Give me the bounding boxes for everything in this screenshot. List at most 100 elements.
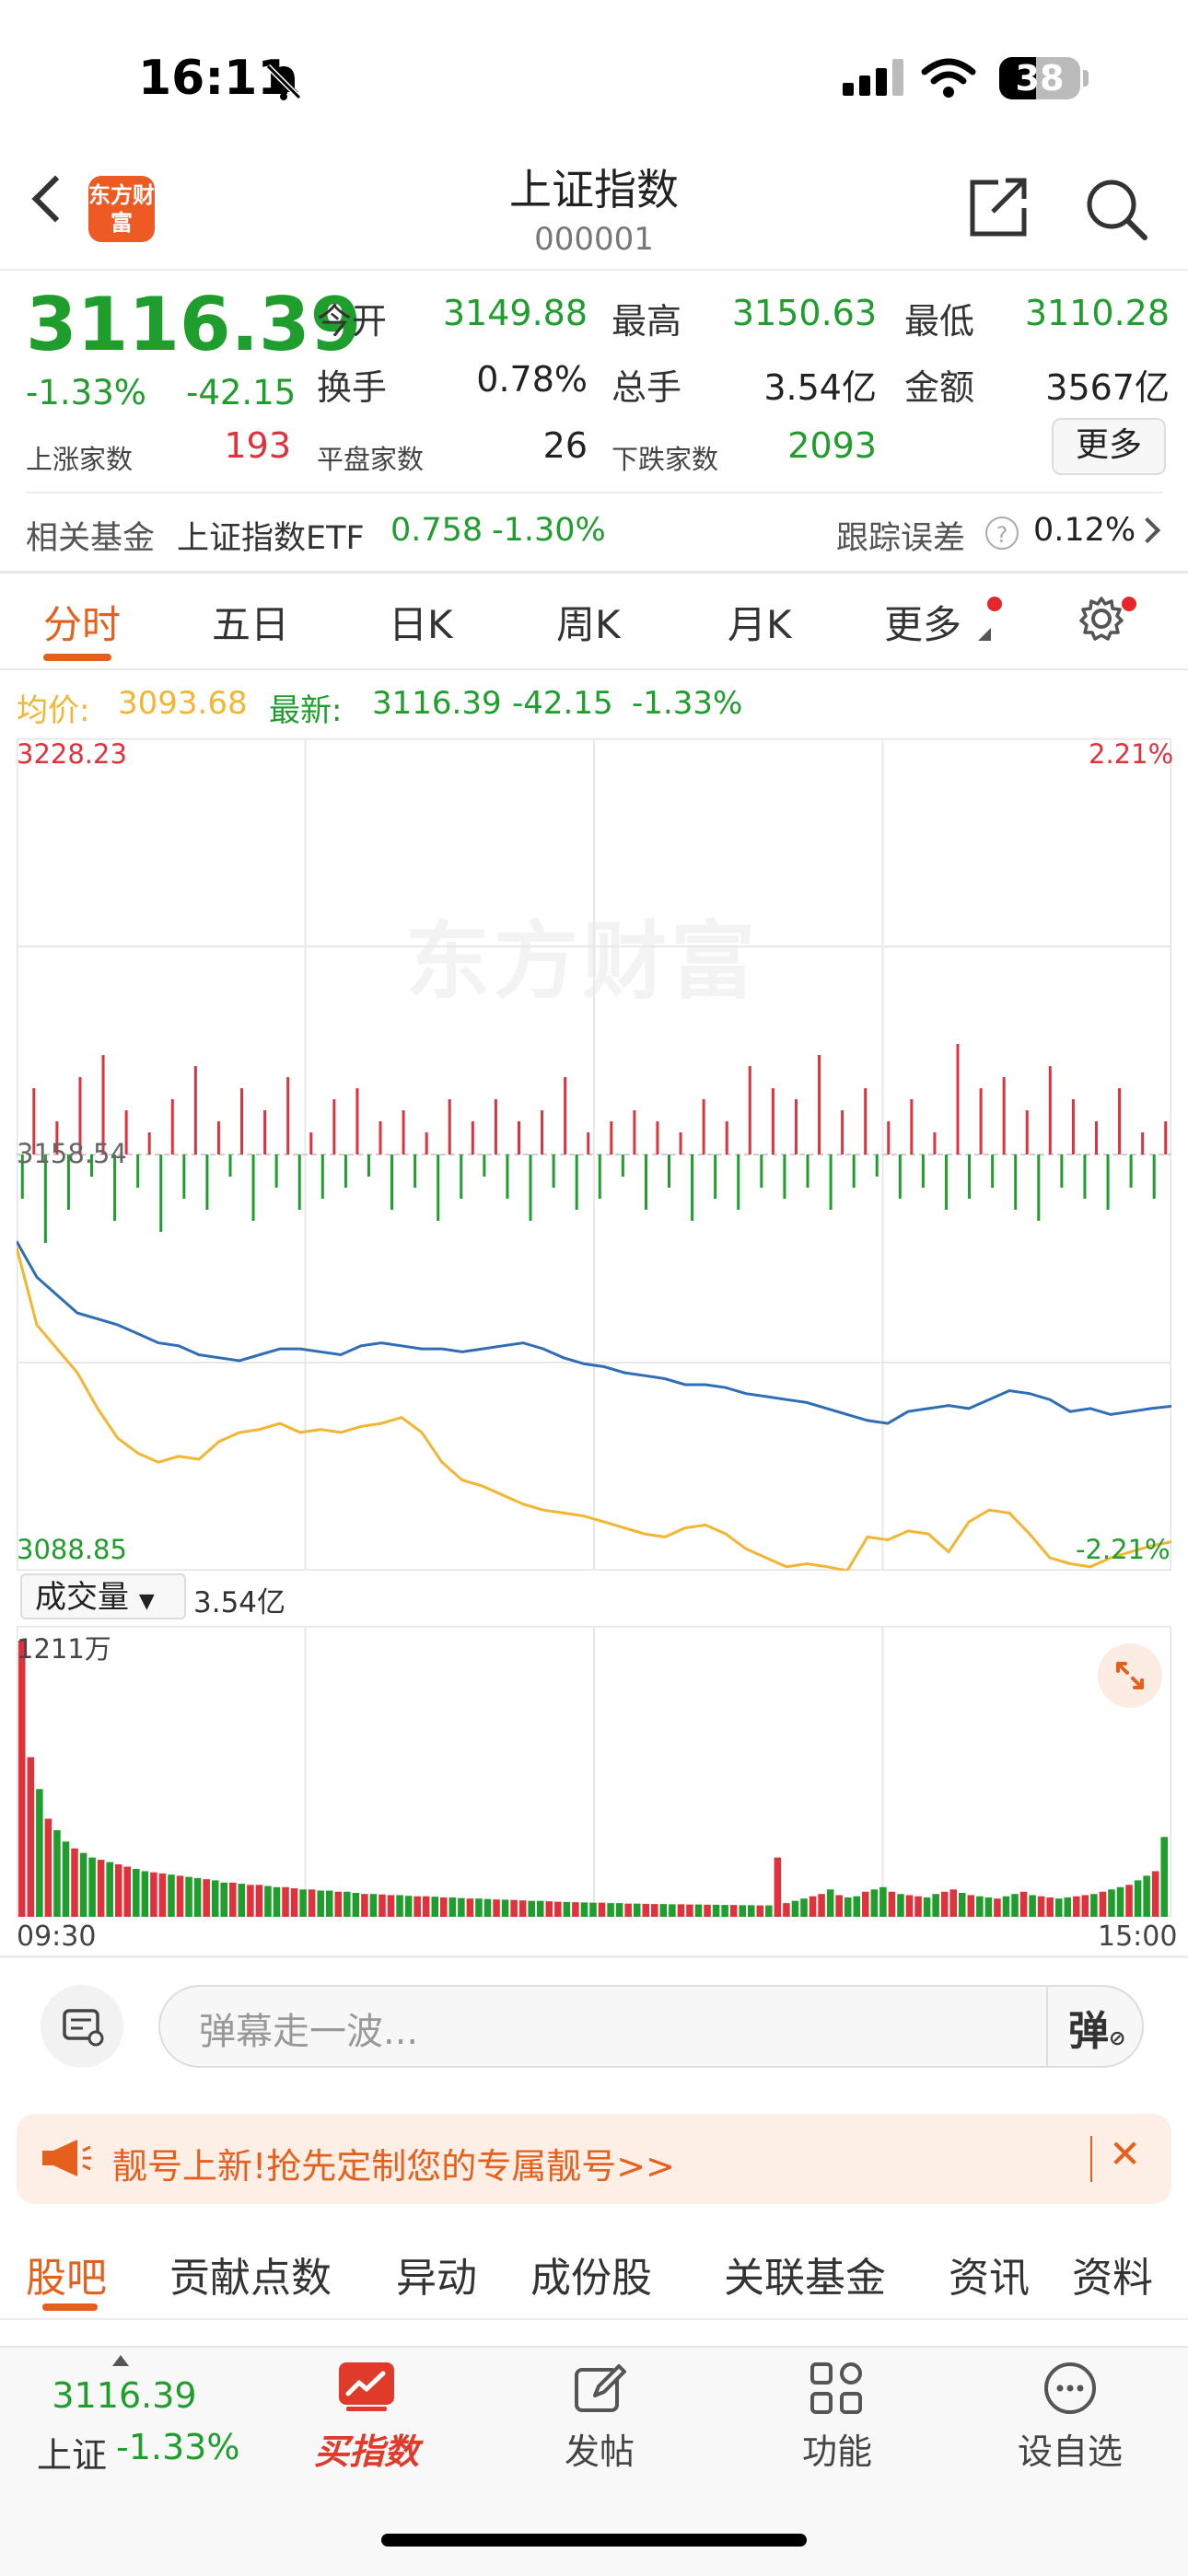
share-icon[interactable] [967,175,1031,239]
volume-bar [739,1905,746,1917]
volume-bar [413,1896,421,1917]
tab-weekly-k[interactable]: 周K [556,594,621,650]
current-price: 3116.39 [26,282,362,367]
volume-bar [1054,1898,1063,1917]
nav-buy-index[interactable]: 买指数 [308,2423,425,2474]
search-icon[interactable] [1082,175,1148,241]
volume-bar [624,1903,632,1917]
volume-bar [800,1898,808,1917]
volume-bar [747,1905,755,1917]
tab-intraday[interactable]: 分时 [43,594,121,650]
volume-bar [97,1860,105,1917]
volume-bar [255,1885,263,1917]
nav-post[interactable]: 发帖 [538,2423,661,2474]
volume-bar [220,1882,228,1917]
time-end-label: 15:00 [1098,1920,1178,1953]
volume-bar [431,1897,439,1917]
volume-bar [923,1897,931,1917]
buy-index-icon[interactable] [337,2361,396,2412]
tab-contribution[interactable]: 贡献点数 [169,2245,332,2303]
volume-bar [317,1890,324,1917]
stat-value-high: 3150.63 [731,293,877,333]
volume-bar [422,1896,430,1917]
tab-constituents[interactable]: 成份股 [530,2245,652,2303]
danmaku-toggle-button[interactable]: 弹⊘ [1068,1998,1125,2057]
edit-post-icon[interactable] [573,2362,626,2416]
volume-bar [528,1900,535,1917]
expand-icon[interactable] [1098,1643,1162,1708]
y-mid-label: 3158.54 [17,1138,127,1169]
divider [0,1955,1188,1958]
volume-bar [932,1894,939,1917]
tab-daily-k[interactable]: 日K [389,594,453,650]
up-arrow-icon [112,2355,129,2366]
volume-bar [88,1857,96,1917]
tab-five-day[interactable]: 五日 [212,594,289,650]
volume-bar [114,1864,122,1917]
stat-label-amount: 金额 [904,367,975,408]
functions-grid-icon[interactable] [809,2361,864,2416]
tab-more[interactable]: 更多 [884,594,961,650]
tab-news[interactable]: 资讯 [949,2245,1030,2303]
volume-bar [704,1904,711,1917]
close-icon[interactable]: ✕ [1109,2131,1141,2176]
volume-bar [264,1886,272,1917]
volume-bar [694,1904,703,1917]
volume-chart[interactable] [17,1626,1171,1917]
stat-value-volume: 3.54亿 [763,367,877,408]
volume-bar [598,1902,606,1917]
volume-bar [282,1886,289,1917]
volume-bar [607,1903,614,1917]
danmaku-settings-icon[interactable] [41,1985,123,2068]
settings-gear-icon[interactable] [1077,595,1125,643]
tab-profile[interactable]: 资料 [1072,2245,1153,2303]
fund-name[interactable]: 上证指数ETF [177,512,365,559]
latest-value: 3116.39 [372,685,502,722]
promo-text[interactable]: 靓号上新!抢先定制您的专属靓号>> [112,2138,675,2188]
volume-bar [1116,1886,1124,1917]
nav-index-pct[interactable]: -1.33% [116,2427,239,2467]
volume-bar [809,1896,817,1917]
volume-bar [238,1884,246,1917]
fund-label: 相关基金 [26,520,156,557]
tab-monthly-k[interactable]: 月K [728,594,792,650]
more-options-icon[interactable] [1042,2361,1098,2416]
nav-functions[interactable]: 功能 [775,2423,899,2474]
volume-bar [1046,1897,1054,1917]
nav-index-price[interactable]: 3116.39 [37,2375,212,2416]
tab-movers[interactable]: 异动 [396,2245,477,2303]
volume-bar [729,1905,738,1917]
volume-bar [404,1896,413,1917]
volume-bar [53,1829,61,1917]
home-indicator [381,2534,807,2547]
volume-bar [387,1895,395,1917]
volume-bar [1064,1897,1072,1917]
battery-tip [1083,70,1089,87]
indicator-select[interactable]: 成交量 ▼ [20,1573,186,1619]
volume-bar [1037,1896,1045,1917]
volume-bar [193,1877,202,1917]
chevron-right-icon[interactable] [1134,516,1161,544]
volume-bar [563,1901,571,1917]
volume-bar [870,1889,879,1917]
y-max-label: 3228.23 [17,738,127,770]
breadth-value-up: 193 [224,425,291,466]
volume-bar [897,1894,904,1917]
volume-bar [133,1868,140,1917]
avg-value: 3093.68 [118,685,248,722]
nav-index-name[interactable]: 上证 [37,2427,107,2477]
more-stats-button[interactable]: 更多 [1052,418,1166,475]
volume-bar [290,1888,298,1917]
tab-forum[interactable]: 股吧 [26,2245,107,2303]
help-icon[interactable]: ? [985,516,1019,550]
volume-bar [545,1901,553,1917]
volume-bar [1125,1885,1133,1917]
nav-add-watchlist[interactable]: 设自选 [1004,2423,1136,2474]
volume-bar [1108,1889,1115,1917]
tab-related-funds[interactable]: 关联基金 [724,2245,886,2303]
volume-bar [905,1895,914,1917]
danmaku-placeholder: 弹幕走一波... [199,2011,419,2053]
volume-grid [17,1626,1171,1917]
volume-max-label: 1211万 [17,1633,111,1665]
intraday-chart[interactable] [17,738,1171,1571]
